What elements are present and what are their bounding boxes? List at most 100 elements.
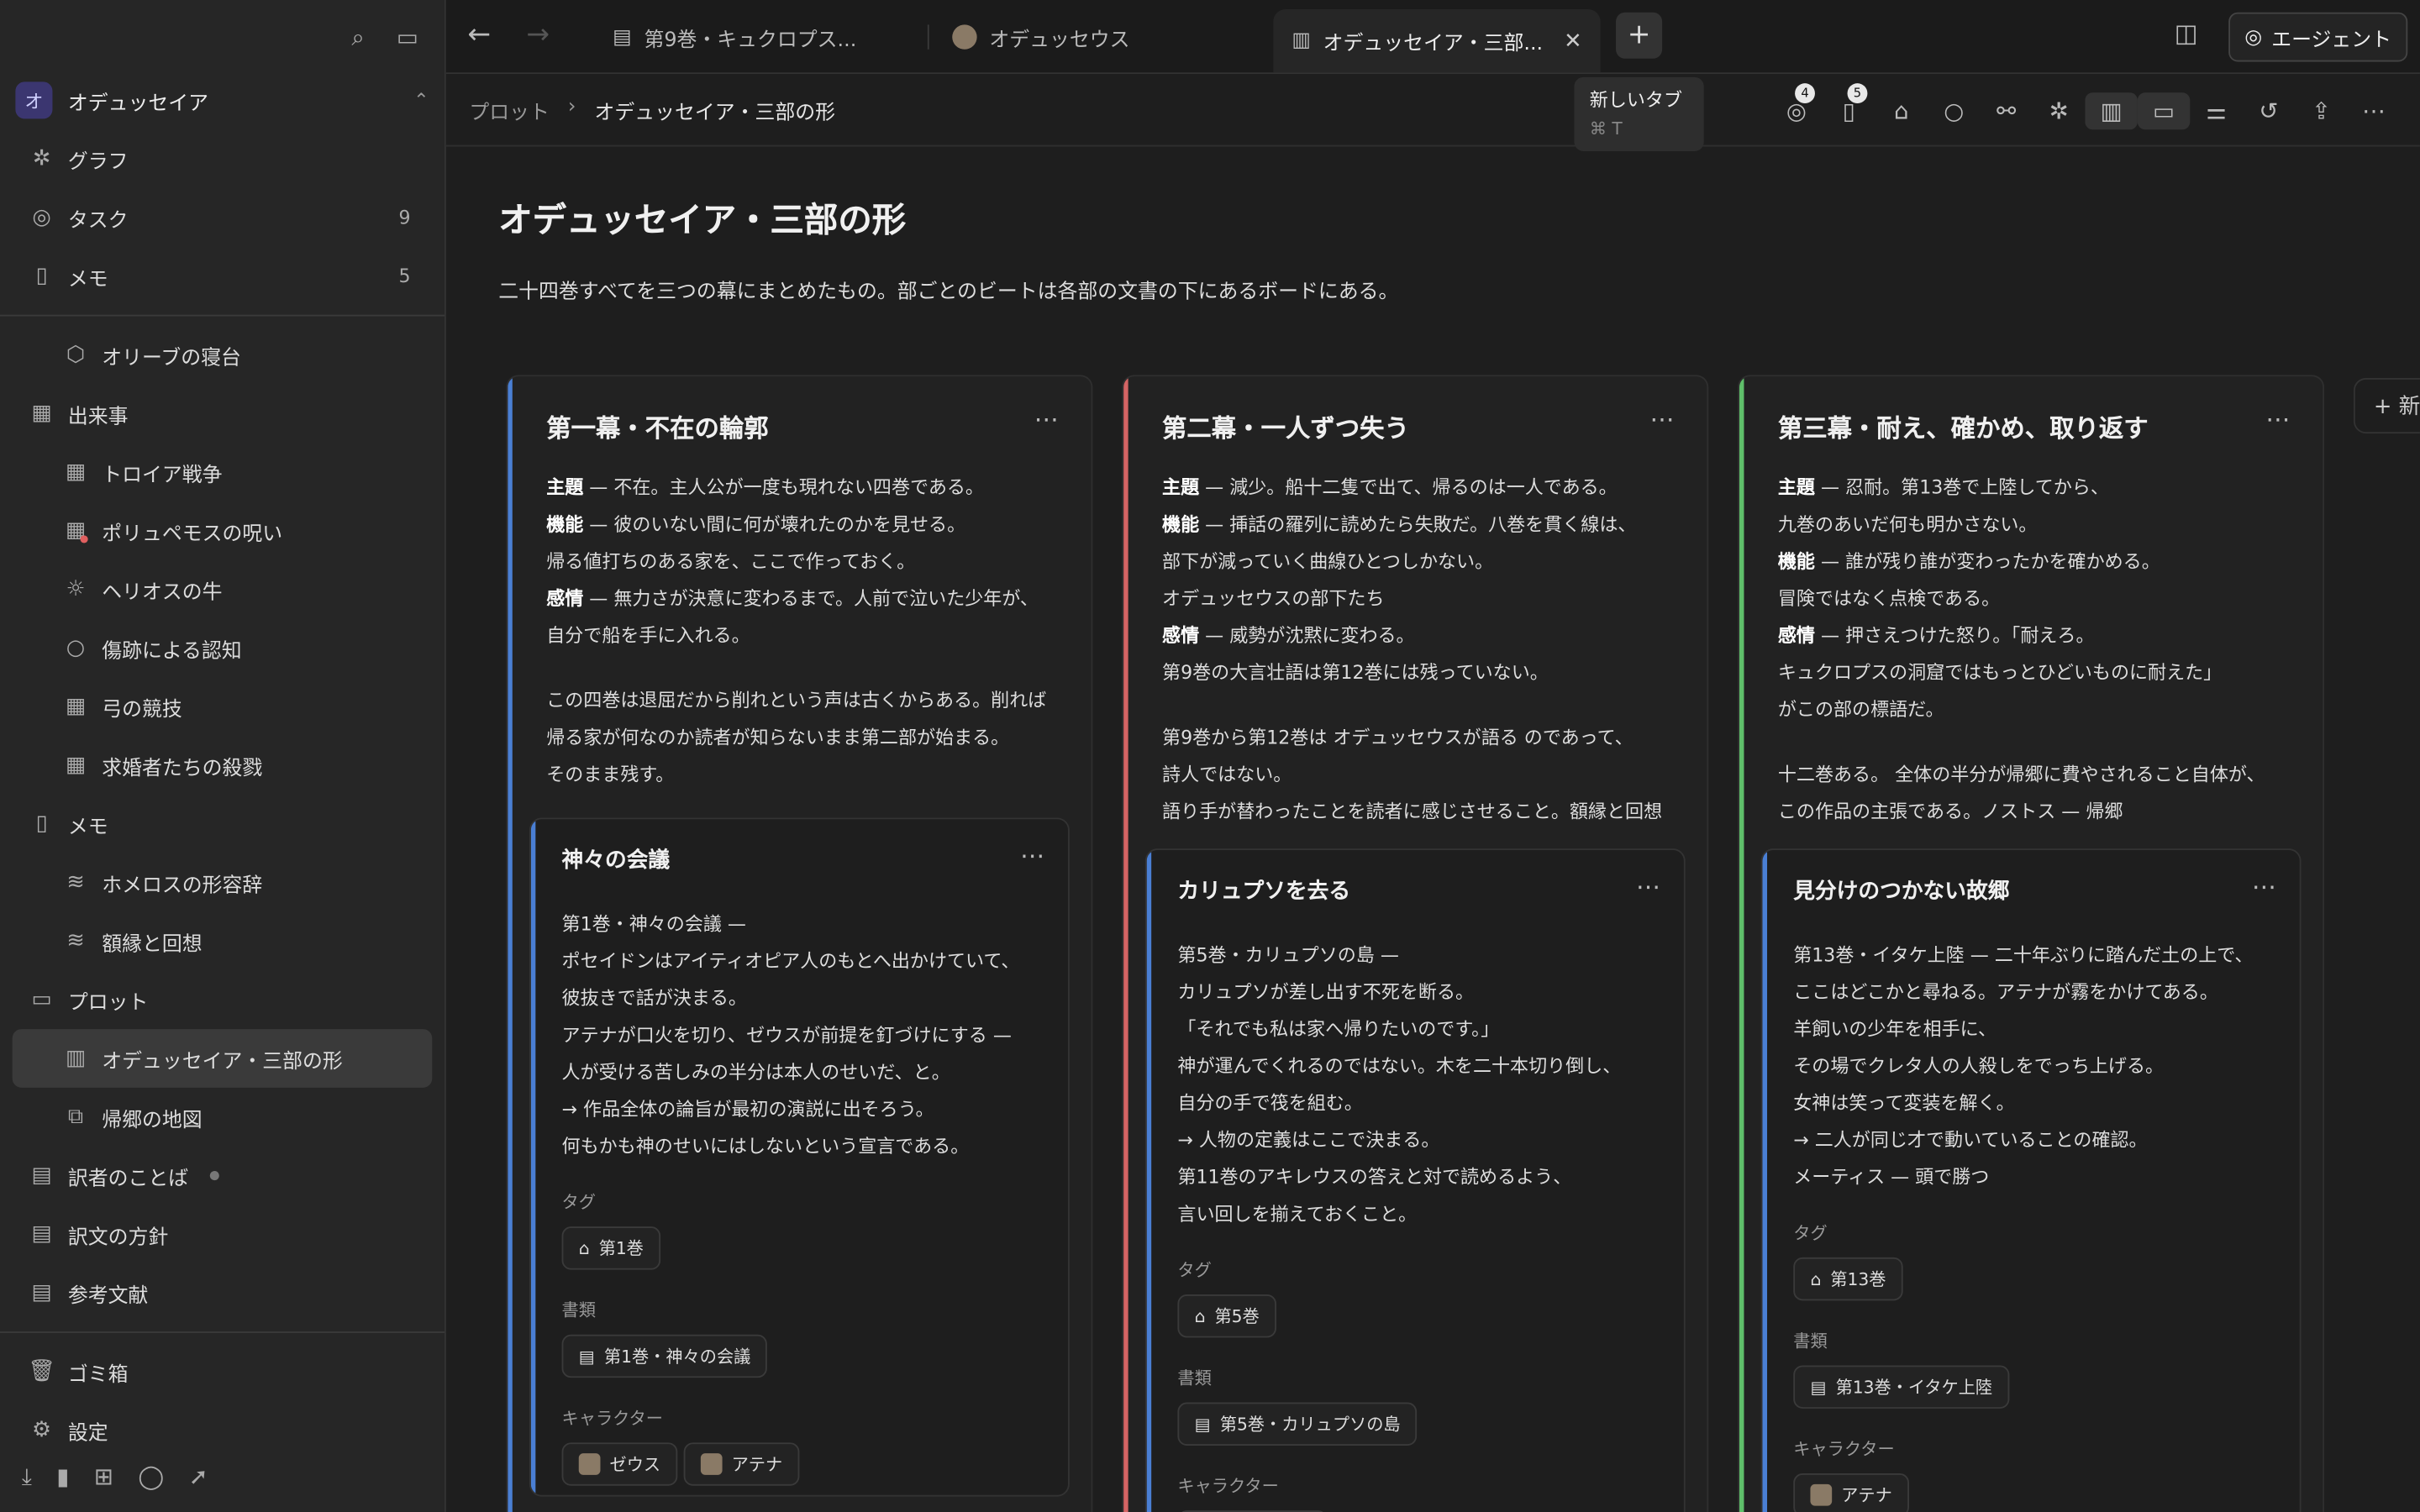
beat-card[interactable]: 見分けのつかない故郷 ⋯ 第13巻・イタケ上陸 — 二十年ぶりに踏んだ土の上で、 ここ… bbox=[1760, 848, 2302, 1512]
sidebar-item-references[interactable]: ▤ 参考文献 bbox=[0, 1263, 445, 1322]
line-text: — 押さえつけた怒り。「耐えろ。 bbox=[1814, 624, 2095, 647]
chart-icon[interactable]: ▮ bbox=[56, 1462, 69, 1490]
graph-icon[interactable]: ✲ bbox=[2033, 92, 2085, 129]
character-chip[interactable]: ゼウス bbox=[561, 1442, 678, 1486]
sidebar-item-translator-note[interactable]: ▤ 訳者のことば bbox=[0, 1147, 445, 1205]
tasks-tool[interactable]: ◎ 4 bbox=[1770, 83, 1823, 129]
sidebar-item-translation-policy[interactable]: ▤ 訳文の方針 bbox=[0, 1205, 445, 1263]
sidebar-item-graph[interactable]: ✲ グラフ bbox=[0, 129, 445, 188]
sidebar-item-tasks[interactable]: ◎ タスク 9 bbox=[0, 188, 445, 247]
agent-button[interactable]: ◎ エージェント bbox=[2228, 12, 2408, 62]
sidebar-item-scar-recognition[interactable]: ○ 傷跡による認知 bbox=[0, 619, 445, 678]
doc-chip[interactable]: ▤ 第5巻・カリュプソの島 bbox=[1177, 1402, 1418, 1446]
breadcrumb-parent[interactable]: プロット bbox=[469, 96, 550, 125]
character-name: ゼウス bbox=[609, 1455, 661, 1475]
line-key: 機能 bbox=[1777, 550, 1815, 573]
back-arrow-icon[interactable]: ← bbox=[468, 18, 492, 51]
sliders-icon[interactable]: ⚌ bbox=[2190, 92, 2242, 129]
tag-chip[interactable]: ⌂ 第13巻 bbox=[1793, 1257, 1903, 1301]
sidebar-item-events[interactable]: ▦ 出来事 bbox=[0, 384, 445, 443]
tab-odysseus[interactable]: オデュッセウス bbox=[934, 9, 1242, 65]
character-chip[interactable]: アテナ bbox=[683, 1442, 800, 1486]
sidebar-item-suitor-slaughter[interactable]: ▦ 求婚者たちの殺戮 bbox=[0, 736, 445, 795]
board-icon: ▥ bbox=[65, 1046, 87, 1071]
add-column-button[interactable]: + 新 bbox=[2353, 377, 2420, 434]
more-icon[interactable]: ⋯ bbox=[2348, 92, 2400, 129]
sidebar-item-homecoming-map[interactable]: ⧉ 帰郷の地図 bbox=[0, 1088, 445, 1147]
tab-three-part-form[interactable]: ▥ オデュッセイア・三部... ✕ bbox=[1273, 9, 1601, 73]
more-icon[interactable]: ⋯ bbox=[1020, 841, 1046, 870]
tag-chip[interactable]: ⌂ 第5巻 bbox=[1177, 1294, 1276, 1338]
sidebar-item-epithets[interactable]: ≋ ホメロスの形容辞 bbox=[0, 853, 445, 912]
doc-chip[interactable]: ▤ 第13巻・イタケ上陸 bbox=[1793, 1365, 2010, 1409]
sidebar-item-olive-bed[interactable]: ⬡ オリーブの寝台 bbox=[0, 326, 445, 385]
circle-icon[interactable]: ○ bbox=[1928, 92, 1980, 129]
line-text: — 挿話の羅列に読めたら失敗だ。八巻を貫く線は、 bbox=[1199, 513, 1637, 536]
chat-icon[interactable]: ◯ bbox=[138, 1462, 164, 1490]
share-icon[interactable]: ⇪ bbox=[2295, 92, 2347, 129]
gift-icon[interactable]: ⊞ bbox=[94, 1462, 113, 1490]
forward-arrow-icon[interactable]: → bbox=[526, 18, 550, 51]
more-icon[interactable]: ⋯ bbox=[2252, 872, 2278, 901]
history-icon[interactable]: ↺ bbox=[2243, 92, 2295, 129]
sidebar-item-notes[interactable]: ▯ メモ 5 bbox=[0, 247, 445, 306]
sidebar-toggle-icon[interactable]: ▭ bbox=[392, 22, 424, 53]
tag-icon[interactable]: ⌂ bbox=[1876, 92, 1928, 129]
column-line: 機能 — 彼のいない間に何が壊れたのかを見せる。 bbox=[546, 509, 1052, 540]
board-icon[interactable]: ▥ bbox=[2085, 92, 2138, 130]
sidebar-item-polyphemus-curse[interactable]: ▦ ポリュペモスの呪い bbox=[0, 501, 445, 560]
divider bbox=[0, 1331, 445, 1333]
character-chip[interactable]: アテナ bbox=[1793, 1473, 1909, 1512]
card-line: カリュプソが差し出す不死を断る。 bbox=[1177, 981, 1475, 1003]
sidebar-item-trojan-war[interactable]: ▦ トロイア戦争 bbox=[0, 443, 445, 501]
tag-chip[interactable]: ⌂ 第1巻 bbox=[561, 1226, 661, 1270]
workspace-switcher[interactable]: オ オデュッセイア ⌃ bbox=[15, 81, 429, 121]
sidebar-item-frame-flashback[interactable]: ≋ 額縁と回想 bbox=[0, 911, 445, 970]
search-icon[interactable]: ⌕ bbox=[343, 22, 374, 53]
download-icon[interactable]: ⤓ bbox=[22, 1462, 32, 1490]
workspace-name: オデュッセイア bbox=[67, 92, 208, 115]
line-text: 第9巻の大言壮語は第12巻には残っていない。 bbox=[1162, 661, 1549, 684]
sidebar-item-label: 求婚者たちの殺戮 bbox=[102, 756, 263, 780]
page-description: 二十四巻すべてを三つの幕にまとめたもの。部ごとのビートは各部の文書の下にあるボー… bbox=[498, 281, 1399, 304]
doc-chip[interactable]: ▤ 第1巻・神々の会議 bbox=[561, 1334, 768, 1378]
split-view-icon[interactable]: ◫ bbox=[2175, 18, 2198, 48]
sidebar-item-helios-cattle[interactable]: ☼ ヘリオスの牛 bbox=[0, 560, 445, 619]
line-text: オデュッセウスの部下たち bbox=[1162, 587, 1385, 610]
tag-label: タグ bbox=[1177, 1260, 1212, 1281]
act-column: 第三幕・耐え、確かめ、取り返す ⋯ 主題 — 忍耐。第13巻で上陸してから、 九巻のあ… bbox=[1738, 375, 2325, 1512]
sidebar-item-label: 参考文献 bbox=[67, 1284, 149, 1308]
beat-card[interactable]: 神々の会議 ⋯ 第1巻・神々の会議 — ポセイドンはアイティオピア人のもとへ出かけてい… bbox=[529, 817, 1070, 1497]
tab-book9[interactable]: ▤ 第9巻・キュクロプス... bbox=[594, 9, 911, 65]
card-line: 「それでも私は家へ帰りたいのです。」 bbox=[1177, 1018, 1500, 1040]
doc-icon: ▤ bbox=[31, 1221, 52, 1247]
sidebar-item-memo[interactable]: ▯ メモ bbox=[0, 795, 445, 853]
card-line: → 作品全体の論旨が最初の演説に出そろう。 bbox=[561, 1098, 934, 1121]
column-line: 主題 — 忍耐。第13巻で上陸してから、 bbox=[1778, 472, 2284, 503]
link-icon[interactable]: ⚯ bbox=[1980, 92, 2032, 129]
sidebar-item-plot[interactable]: ▭ プロット bbox=[0, 970, 445, 1029]
tag-icon: ⌂ bbox=[1810, 1268, 1822, 1289]
more-icon[interactable]: ⋯ bbox=[2265, 404, 2291, 433]
more-icon[interactable]: ⋯ bbox=[1649, 404, 1676, 433]
rocket-icon[interactable]: ➚ bbox=[189, 1462, 208, 1490]
card-line: 第5巻・カリュプソの島 — bbox=[1177, 944, 1399, 966]
line-key: 機能 bbox=[546, 513, 584, 536]
character-list: アテナ bbox=[1793, 1473, 2269, 1512]
line-text: 自分で船を手に入れる。 bbox=[546, 624, 750, 647]
sidebar-item-trash[interactable]: 🗑 ゴミ箱 bbox=[0, 1342, 445, 1401]
sidebar-item-settings[interactable]: ⚙ 設定 bbox=[0, 1401, 445, 1460]
close-icon[interactable]: ✕ bbox=[1564, 29, 1582, 53]
notes-tool[interactable]: ▯ 5 bbox=[1823, 83, 1875, 129]
more-icon[interactable]: ⋯ bbox=[1636, 872, 1662, 901]
folder-icon[interactable]: ▭ bbox=[2137, 92, 2191, 130]
character-label: キャラクター bbox=[561, 1408, 663, 1429]
new-tab-button[interactable]: + bbox=[1616, 12, 1663, 59]
sidebar-item-three-part-form[interactable]: ▥ オデュッセイア・三部の形 bbox=[12, 1029, 433, 1088]
check-circle-icon: ◎ bbox=[32, 205, 51, 230]
beat-card[interactable]: カリュプソを去る ⋯ 第5巻・カリュプソの島 — カリュプソが差し出す不死を断る。 「そ… bbox=[1144, 848, 1686, 1512]
column-line: 感情 — 威勢が沈黙に変わる。 bbox=[1162, 620, 1668, 651]
toolbar: ◎ 4 ▯ 5 ⌂ ○ ⚯ ✲ ▥ ▭ ⚌ ↺ ⇪ ⋯ bbox=[1770, 83, 2400, 130]
sidebar-item-bow-contest[interactable]: ▦ 弓の競技 bbox=[0, 677, 445, 736]
more-icon[interactable]: ⋯ bbox=[1034, 404, 1060, 433]
